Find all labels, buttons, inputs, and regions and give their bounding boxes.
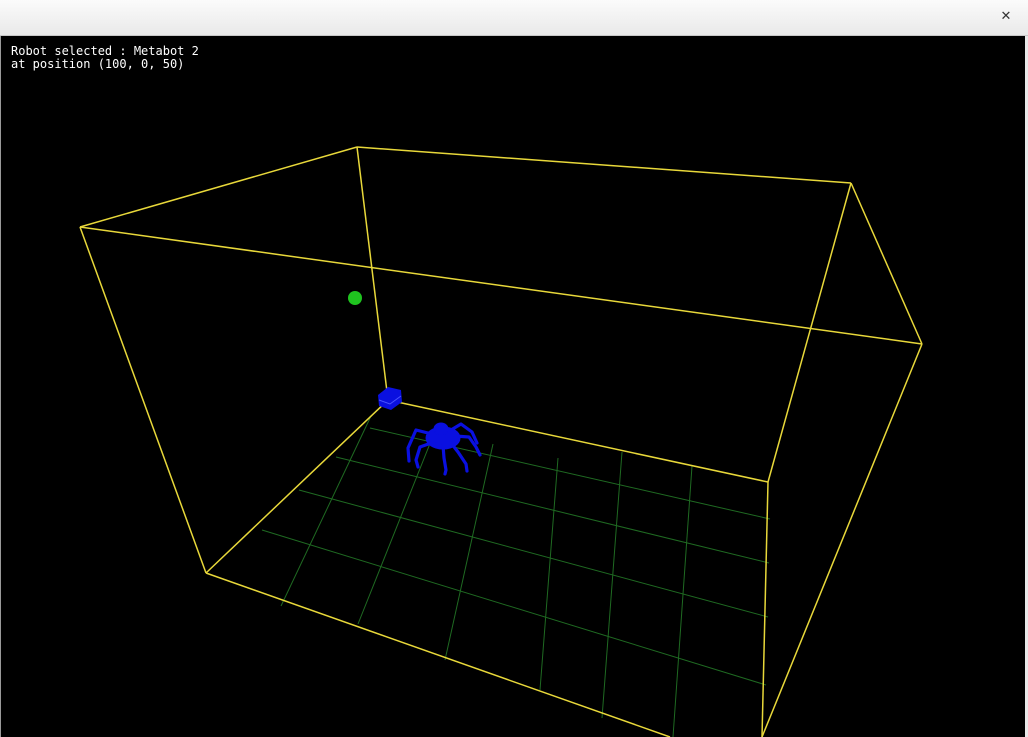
box-edge [356,146,389,401]
target-marker[interactable] [348,291,362,305]
box-edge [205,399,389,574]
grid-line [444,443,494,661]
grid-line [539,457,559,691]
grid-line [261,529,767,686]
box-edge [79,226,923,345]
box-edge [761,481,769,737]
robot-metabot[interactable] [406,422,482,476]
scene-canvas[interactable] [0,0,1028,737]
robot-info-overlay: Robot selected : Metabot 2 at position (1… [11,45,199,71]
robot-head [433,422,449,436]
box-edge [79,226,207,574]
box-edge [79,146,358,228]
origin-cube [378,387,402,410]
grid-line [601,451,623,719]
floor-grid [261,415,771,737]
app-window: ✕ Robot selected: Metabot 2 at position… [0,0,1028,737]
bounding-box [79,146,923,737]
box-edge [850,182,923,345]
grid-line [357,430,436,625]
grid-line [672,465,693,737]
box-edge [761,343,923,737]
grid-line [335,456,770,564]
box-edge [205,572,671,737]
robot-position-text: at position (100, 0, 50) [11,57,185,71]
grid-line [298,489,769,618]
grid-line [280,415,372,607]
box-edge [356,146,852,184]
